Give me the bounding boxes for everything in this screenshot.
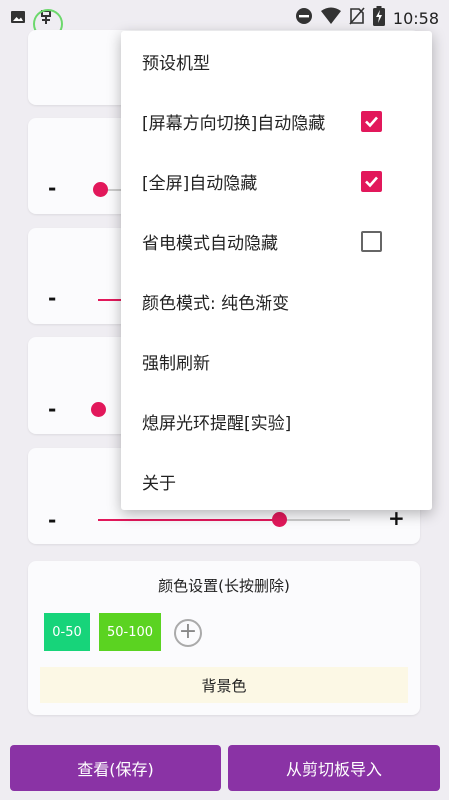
menu-item-label: 熄屏光环提醒[实验]: [142, 413, 292, 434]
slider-thumb[interactable]: [91, 402, 106, 417]
add-color-button[interactable]: +: [174, 619, 202, 647]
overflow-menu: 预设机型 [屏幕方向切换]自动隐藏 [全屏]自动隐藏 省电模式自动隐藏 颜色模式…: [121, 31, 432, 510]
slider-fill[interactable]: [98, 519, 279, 521]
decrease-button[interactable]: -: [48, 508, 56, 532]
menu-item-label: [全屏]自动隐藏: [142, 173, 258, 194]
status-bar: 10:58: [0, 0, 449, 39]
clock: 10:58: [392, 8, 439, 28]
menu-item-fullscreen-autohide[interactable]: [全屏]自动隐藏: [121, 151, 432, 211]
checkbox-checked[interactable]: [361, 171, 382, 192]
color-settings-card: 颜色设置(长按删除) 0-50 50-100 + 背景色: [28, 561, 420, 715]
status-bar-right: 10:58: [295, 6, 439, 30]
menu-item-label: 预设机型: [142, 53, 210, 74]
checkbox-checked[interactable]: [361, 111, 382, 132]
menu-item-force-refresh[interactable]: 强制刷新: [121, 331, 432, 391]
menu-item-label: [屏幕方向切换]自动隐藏: [142, 113, 326, 134]
no-sim-icon: [349, 7, 365, 29]
background-color-button[interactable]: 背景色: [40, 667, 408, 703]
decrease-button[interactable]: -: [48, 397, 56, 421]
menu-item-label: 强制刷新: [142, 353, 210, 374]
import-clipboard-button[interactable]: 从剪切板导入: [228, 745, 440, 791]
wifi-icon: [320, 7, 341, 29]
menu-item-orientation-autohide[interactable]: [屏幕方向切换]自动隐藏: [121, 91, 432, 151]
menu-item-about[interactable]: 关于: [121, 451, 432, 511]
menu-item-color-mode[interactable]: 颜色模式: 纯色渐变: [121, 271, 432, 331]
checkbox-unchecked[interactable]: [361, 231, 382, 252]
slider-thumb[interactable]: [93, 182, 108, 197]
menu-item-label: 省电模式自动隐藏: [142, 233, 278, 254]
decrease-button[interactable]: -: [48, 286, 56, 310]
dnd-icon: [295, 7, 313, 29]
menu-item-label: 颜色模式: 纯色渐变: [142, 293, 290, 314]
color-chip-50-100[interactable]: 50-100: [99, 613, 161, 651]
color-settings-title: 颜色设置(长按删除): [158, 577, 290, 595]
menu-item-preset-model[interactable]: 预设机型: [121, 31, 432, 91]
slider-fill[interactable]: [98, 299, 122, 301]
battery-charging-icon: [372, 6, 385, 30]
menu-item-power-save-autohide[interactable]: 省电模式自动隐藏: [121, 211, 432, 271]
menu-item-label: 关于: [142, 473, 176, 494]
menu-item-screen-off-ring[interactable]: 熄屏光环提醒[实验]: [121, 391, 432, 451]
slider-thumb[interactable]: [272, 512, 287, 527]
decrease-button[interactable]: -: [48, 176, 56, 200]
color-chip-0-50[interactable]: 0-50: [44, 613, 90, 651]
image-icon: [10, 9, 26, 29]
view-save-button[interactable]: 查看(保存): [10, 745, 221, 791]
